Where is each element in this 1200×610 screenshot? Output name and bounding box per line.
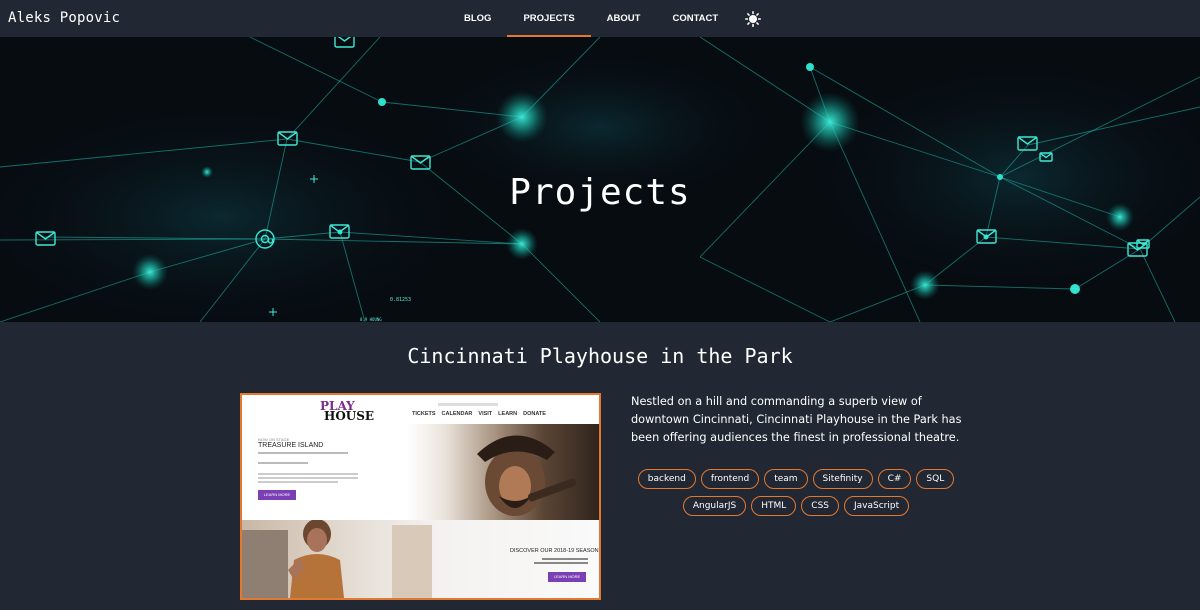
screenshot-nav-item: VISIT	[478, 411, 493, 417]
tag-javascript[interactable]: JavaScript	[844, 496, 910, 516]
screenshot-text-line	[258, 473, 358, 475]
screenshot-text-line	[258, 477, 358, 479]
tag-css[interactable]: CSS	[801, 496, 839, 516]
screenshot-nav: TICKETS CALENDAR VISIT LEARN DONATE	[412, 411, 546, 417]
hero-banner: 0.81253 0.9 HOUNG Projects	[0, 37, 1200, 322]
project-screenshot[interactable]: PLAY HOUSE TICKETS CALENDAR VISIT LEARN …	[240, 393, 601, 600]
tag-html[interactable]: HTML	[751, 496, 797, 516]
nav-link-contact[interactable]: CONTACT	[656, 0, 734, 37]
screenshot-hero-image	[407, 424, 599, 520]
screenshot-nav-item: LEARN	[498, 411, 518, 417]
tag-csharp[interactable]: C#	[877, 469, 912, 489]
overlay-number: 0.81253	[390, 297, 412, 303]
tag-team[interactable]: team	[764, 469, 808, 489]
overlay-number: 0.9 HOUNG	[360, 317, 382, 322]
screenshot-utility-bar	[438, 403, 498, 406]
nav-menu: BLOG PROJECTS ABOUT CONTACT	[448, 0, 771, 37]
nav-link-blog[interactable]: BLOG	[448, 0, 507, 37]
theme-toggle-button[interactable]	[734, 0, 771, 37]
screenshot-text-line	[258, 481, 338, 483]
tech-tag-list: backend frontend team Sitefinity C# SQL …	[631, 469, 961, 516]
tag-sql[interactable]: SQL	[916, 469, 955, 489]
tag-sitefinity[interactable]: Sitefinity	[812, 469, 873, 489]
screenshot-discover-heading: DISCOVER OUR 2018-19 SEASON	[510, 548, 599, 554]
sun-icon	[744, 10, 761, 27]
screenshot-text-line	[258, 462, 308, 464]
nav-link-projects[interactable]: PROJECTS	[507, 0, 591, 37]
site-brand[interactable]: Aleks Popovic	[8, 10, 120, 26]
screenshot-show-title: TREASURE ISLAND	[258, 442, 324, 449]
screenshot-logo-bottom: HOUSE	[324, 409, 375, 423]
project-description: Nestled on a hill and commanding a super…	[631, 395, 962, 444]
screenshot-season-button: LEARN MORE	[548, 572, 586, 582]
project-title: Cincinnati Playhouse in the Park	[407, 344, 793, 368]
pirate-figure-image	[477, 435, 577, 516]
tag-angularjs[interactable]: AngularJS	[682, 496, 747, 516]
tag-backend[interactable]: backend	[637, 469, 696, 489]
tag-frontend[interactable]: frontend	[700, 469, 760, 489]
screenshot-text-line	[258, 452, 348, 454]
screenshot-nav-item: TICKETS	[412, 411, 436, 417]
nav-link-about[interactable]: ABOUT	[591, 0, 657, 37]
screenshot-text-line	[542, 558, 588, 560]
screenshot-learn-more-button: LEARN MORE	[258, 490, 296, 500]
screenshot-nav-item: CALENDAR	[441, 411, 473, 417]
page-title: Projects	[509, 172, 691, 213]
screenshot-text-line	[534, 562, 588, 564]
top-navbar: Aleks Popovic BLOG PROJECTS ABOUT CONTAC…	[0, 0, 1200, 37]
screenshot-nav-item: DONATE	[523, 411, 546, 417]
